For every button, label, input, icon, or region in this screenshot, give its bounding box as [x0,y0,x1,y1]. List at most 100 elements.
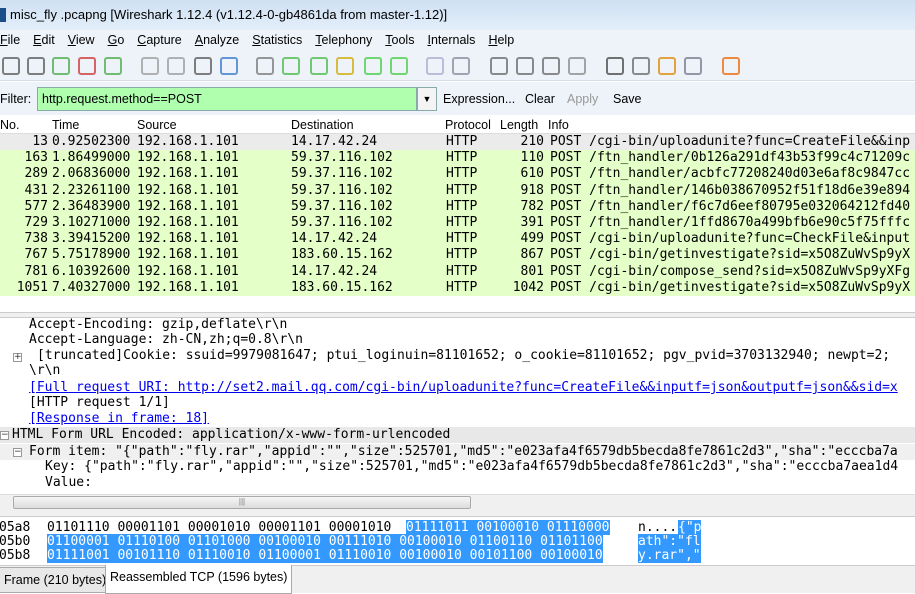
detail-response-link[interactable]: [Response in frame: 18] [29,411,209,426]
packet-info: POST /ftn_handler/0b126a291df43b53f99c4c… [550,150,911,166]
filter-dropdown-button[interactable]: ▼ [417,87,437,111]
collapse-icon[interactable]: − [13,448,22,457]
packet-time: 0.92502300 [52,134,131,149]
column-no[interactable]: No. [0,118,19,132]
open-icon[interactable] [141,57,159,75]
packet-row[interactable]: 289 2.06836000 192.168.1.101 59.37.116.102 H… [0,166,915,183]
packet-row[interactable]: 163 1.86499000 192.168.1.101 59.37.116.102 H… [0,150,915,167]
packet-no: 577 [24,198,48,214]
detail-key[interactable]: Key: {"path":"fly.rar","appid":"","size"… [45,459,898,474]
menu-file[interactable]: File [0,30,27,51]
pane-splitter[interactable] [0,511,915,517]
zoom-in-icon[interactable] [490,57,508,75]
column-time[interactable]: Time [52,118,79,132]
detail-full-uri-link[interactable]: [Full request URI: http://set2.mail.qq.c… [29,380,898,395]
reload-icon[interactable] [220,57,238,75]
first-packet-icon[interactable] [364,57,382,75]
close-icon[interactable] [194,57,212,75]
menu-telephony[interactable]: Telephony [315,30,379,51]
detail-http-request[interactable]: [HTTP request 1/1] [29,395,170,410]
save-icon[interactable] [167,57,185,75]
packet-len: 782 [520,198,544,214]
detail-cookie[interactable]: [truncated]Cookie: ssuid=9979081647; ptu… [37,348,890,363]
options-icon[interactable] [27,57,45,75]
menu-view[interactable]: View [68,30,102,51]
packet-row[interactable]: 767 5.75178900 192.168.1.101 183.60.15.162 H… [0,247,915,264]
restart-capture-icon[interactable] [104,57,122,75]
detail-form-encoded[interactable]: HTML Form URL Encoded: application/x-www… [12,427,450,442]
expression-button[interactable]: Expression... [443,92,515,106]
save-filter-button[interactable]: Save [613,92,642,106]
colorize-icon[interactable] [426,57,444,75]
last-packet-icon[interactable] [390,57,408,75]
normal-size-icon[interactable] [542,57,560,75]
back-icon[interactable] [282,57,300,75]
packet-row[interactable]: 13 0.92502300 192.168.1.101 14.17.42.24 HTTP… [0,134,915,151]
detail-value[interactable]: Value: [45,475,92,490]
scrollbar-thumb[interactable]: ||| [13,496,471,509]
packet-no: 163 [24,150,48,166]
column-length[interactable]: Length [500,118,538,132]
display-filter-input[interactable]: http.request.method==POST [37,87,417,111]
packet-proto: HTTP [446,215,478,230]
start-capture-icon[interactable] [52,57,70,75]
go-to-packet-icon[interactable] [336,57,354,75]
packet-info: POST /cgi-bin/getinvestigate?sid=x5O8ZuW… [550,247,911,263]
packet-src: 192.168.1.101 [137,134,239,149]
collapse-icon[interactable]: − [0,431,9,440]
display-filters-icon[interactable] [632,57,650,75]
autoscroll-icon[interactable] [452,57,470,75]
packet-row[interactable]: 738 3.39415200 192.168.1.101 14.17.42.24 HTT… [0,231,915,248]
menu-internals[interactable]: Internals [427,30,482,51]
resize-columns-icon[interactable] [568,57,586,75]
packet-no: 767 [24,247,48,263]
detail-form-item[interactable]: Form item: "{"path":"fly.rar","appid":""… [29,444,898,459]
packet-proto: HTTP [446,263,478,279]
packet-row[interactable]: 729 3.10271000 192.168.1.101 59.37.116.102 H… [0,215,915,232]
packet-proto: HTTP [446,231,478,247]
packet-len: 610 [520,166,544,182]
packet-dst: 14.17.42.24 [291,263,378,279]
detail-accept-language[interactable]: Accept-Language: zh-CN,zh;q=0.8\r\n [29,332,303,347]
menu-go[interactable]: Go [108,30,132,51]
zoom-out-icon[interactable] [516,57,534,75]
menu-edit[interactable]: Edit [33,30,62,51]
packet-row[interactable]: 431 2.23261100 192.168.1.101 59.37.116.102 H… [0,182,915,199]
menu-help[interactable]: Help [488,30,521,51]
packet-time: 2.06836000 [52,166,131,182]
packet-len: 210 [520,134,544,149]
hex-ascii-selected: ath":"fl [638,534,701,549]
column-info[interactable]: Info [548,118,569,132]
expand-icon[interactable]: + [13,353,22,362]
preferences-icon[interactable] [684,57,702,75]
packet-len: 801 [520,263,544,279]
coloring-rules-icon[interactable] [658,57,676,75]
menu-tools[interactable]: Tools [385,30,421,51]
column-protocol[interactable]: Protocol [445,118,491,132]
forward-icon[interactable] [310,57,328,75]
apply-button[interactable]: Apply [567,92,598,106]
stop-capture-icon[interactable] [78,57,96,75]
help-icon[interactable] [722,57,740,75]
menu-statistics[interactable]: Statistics [252,30,309,51]
menu-analyze[interactable]: Analyze [195,30,246,51]
packet-no: 781 [24,263,48,279]
packet-proto: HTTP [446,134,478,149]
interfaces-icon[interactable] [2,57,20,75]
capture-filters-icon[interactable] [606,57,624,75]
hex-ascii-selected: y.rar"," [638,548,701,563]
clear-button[interactable]: Clear [525,92,555,106]
packet-proto: HTTP [446,198,478,214]
menu-capture[interactable]: Capture [137,30,188,51]
find-icon[interactable] [256,57,274,75]
detail-crlf[interactable]: \r\n [29,363,60,378]
detail-accept-encoding[interactable]: Accept-Encoding: gzip,deflate\r\n [29,318,287,332]
tab-reassembled-tcp[interactable]: Reassembled TCP (1596 bytes) [105,565,293,594]
packet-row[interactable]: 1051 7.40327000 192.168.1.101 183.60.15.162… [0,279,915,297]
packet-row[interactable]: 577 2.36483900 192.168.1.101 59.37.116.102 H… [0,198,915,216]
packet-row[interactable]: 781 6.10392600 192.168.1.101 14.17.42.24 HTT… [0,263,915,280]
column-destination[interactable]: Destination [291,118,354,132]
column-source[interactable]: Source [137,118,177,132]
packet-dst: 59.37.116.102 [291,182,393,198]
tab-frame[interactable]: Frame (210 bytes) [0,567,112,593]
